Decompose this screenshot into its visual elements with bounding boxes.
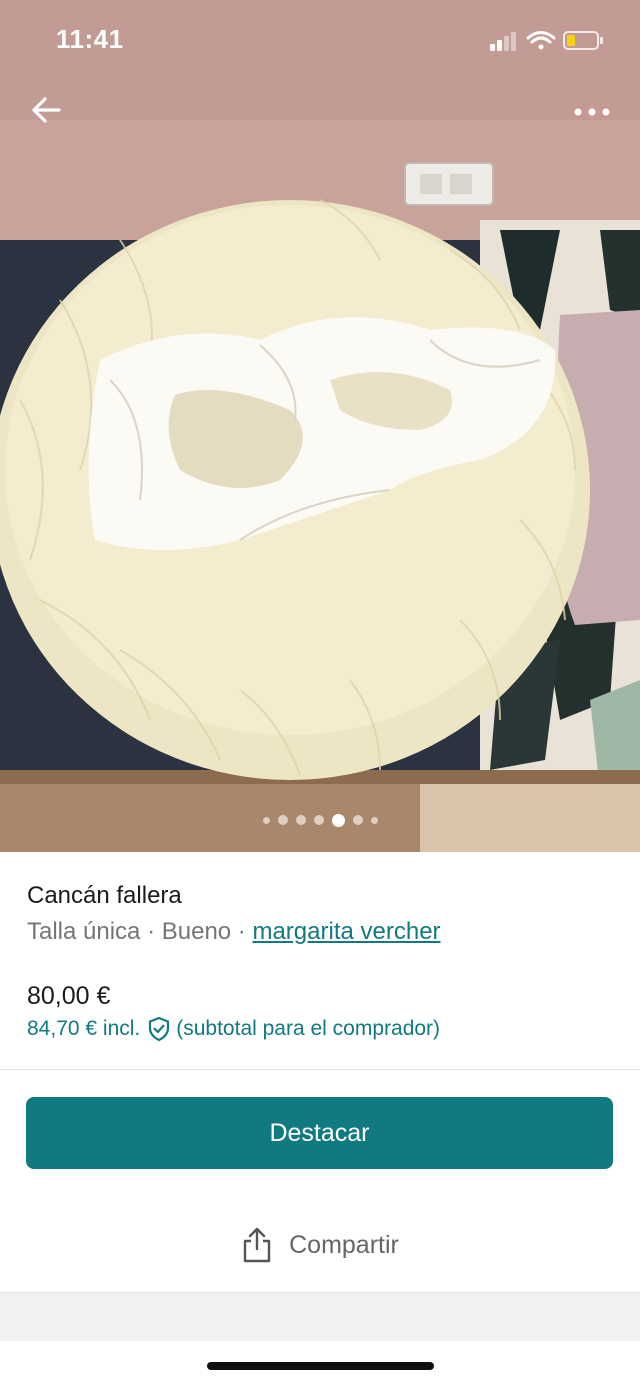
pager-dot[interactable]	[313, 815, 324, 825]
item-title: Cancán fallera	[27, 882, 182, 909]
item-info: Cancán fallera Talla única · Bueno · mar…	[0, 852, 640, 1070]
section-divider	[0, 1069, 640, 1070]
pager-dot[interactable]	[370, 816, 378, 824]
status-icons	[490, 31, 603, 51]
item-photo[interactable]: 11:41	[0, 0, 640, 852]
pager-dot[interactable]	[352, 815, 363, 825]
buyer-price-row[interactable]: 84,70 € incl. (subtotal para el comprado…	[27, 1016, 440, 1042]
status-time: 11:41	[56, 24, 124, 54]
signal-icon	[490, 32, 516, 51]
pager-dot-active[interactable]	[331, 813, 345, 827]
item-price: 80,00 €	[27, 982, 111, 1010]
price-incl: 84,70 € incl.	[27, 1017, 141, 1040]
pager-dot[interactable]	[277, 815, 288, 825]
seller-link[interactable]: margarita vercher	[252, 918, 440, 945]
wifi-icon	[526, 31, 556, 50]
battery-icon	[563, 31, 603, 50]
share-icon	[243, 1227, 271, 1263]
petticoat-photo-image	[0, 0, 640, 852]
item-condition: Bueno	[161, 918, 232, 945]
item-detail-screen: 11:41 Cancán fallera Talla única · Bueno…	[0, 0, 640, 1384]
status-bar: 11:41	[0, 0, 640, 80]
pager-dot[interactable]	[262, 816, 270, 824]
gallery-pager	[0, 812, 640, 828]
more-options-button[interactable]	[568, 92, 616, 132]
bottom-band	[0, 1292, 640, 1341]
destacar-button[interactable]: Destacar	[26, 1097, 613, 1169]
pager-dot[interactable]	[295, 815, 306, 825]
back-button[interactable]	[26, 90, 66, 130]
more-horizontal-icon	[574, 108, 610, 116]
item-size: Talla única	[27, 918, 141, 945]
meta-separator: ·	[231, 918, 253, 945]
shield-check-icon	[149, 1016, 170, 1042]
arrow-left-icon	[32, 97, 61, 123]
home-indicator[interactable]	[207, 1362, 434, 1370]
share-button[interactable]: Compartir	[0, 1215, 640, 1275]
share-label: Compartir	[289, 1230, 399, 1259]
buyer-subtotal-note: (subtotal para el comprador)	[176, 1017, 441, 1040]
meta-separator: ·	[140, 918, 162, 945]
item-meta: Talla única · Bueno · margarita vercher	[27, 918, 441, 946]
